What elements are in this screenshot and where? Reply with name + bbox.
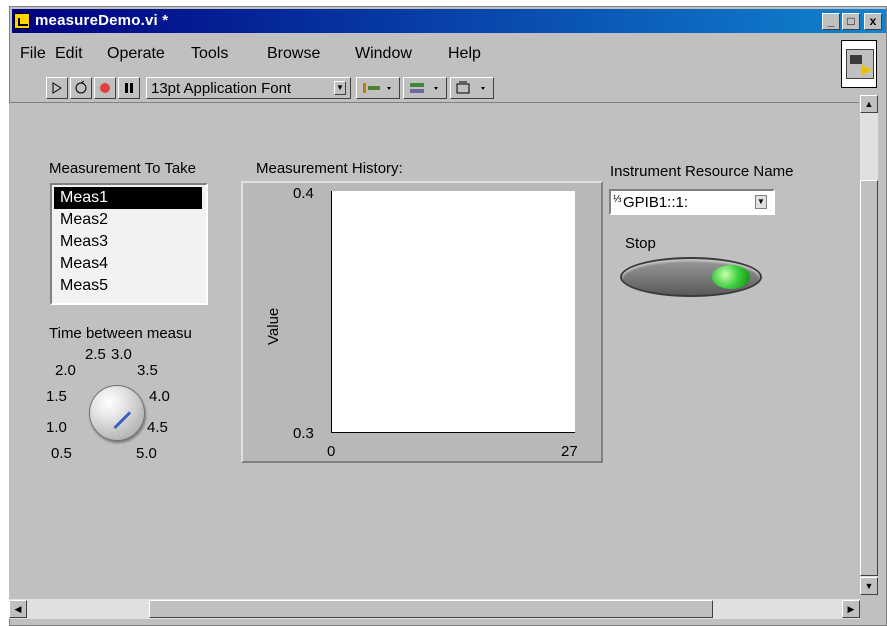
maximize-button[interactable]: □ <box>842 13 860 30</box>
font-select[interactable]: 13pt Application Font ▼ <box>146 77 351 99</box>
list-item[interactable]: Meas1 <box>54 187 202 209</box>
minimize-button[interactable]: _ <box>822 13 840 30</box>
knob-tick: 2.5 <box>85 346 106 363</box>
knob-tick: 1.5 <box>46 388 67 405</box>
measurement-listbox[interactable]: Meas1 Meas2 Meas3 Meas4 Meas5 <box>50 183 208 305</box>
close-button[interactable]: x <box>864 13 882 30</box>
knob-tick: 0.5 <box>51 445 72 462</box>
menu-edit[interactable]: Edit <box>55 45 83 63</box>
abort-icon[interactable] <box>94 77 116 99</box>
list-item[interactable]: Meas3 <box>54 231 202 253</box>
time-knob-control: 0.5 1.0 1.5 2.0 2.5 3.0 3.5 4.0 4.5 5.0 <box>41 339 201 469</box>
labview-app-icon[interactable] <box>14 13 30 29</box>
menu-file[interactable]: File <box>20 45 46 63</box>
pause-icon[interactable] <box>118 77 140 99</box>
horizontal-scroll-thumb[interactable] <box>149 600 713 618</box>
measurement-list-label: Measurement To Take <box>49 160 197 177</box>
menu-browse[interactable]: Browse <box>267 45 320 63</box>
list-item[interactable]: Meas2 <box>54 209 202 231</box>
horizontal-scrollbar[interactable]: ◀ ▶ <box>9 599 860 619</box>
graph-label: Measurement History: <box>256 160 403 177</box>
resource-label: Instrument Resource Name <box>610 163 794 180</box>
font-select-value: 13pt Application Font <box>151 80 292 97</box>
x-tick-label: 0 <box>327 443 336 460</box>
distribute-objects-button[interactable] <box>403 77 447 99</box>
io-icon: ⅓ <box>613 194 622 205</box>
knob-dial[interactable] <box>89 385 145 441</box>
knob-tick: 5.0 <box>136 445 157 462</box>
plot-area <box>331 191 575 433</box>
menu-tools[interactable]: Tools <box>191 45 228 63</box>
menu-operate[interactable]: Operate <box>107 45 165 63</box>
knob-tick: 2.0 <box>55 362 76 379</box>
align-objects-button[interactable] <box>356 77 400 99</box>
reorder-button[interactable] <box>450 77 494 99</box>
stop-button[interactable] <box>620 257 762 297</box>
resource-name-dropdown[interactable]: ⅓ GPIB1::1: ▼ <box>609 189 775 215</box>
window-title: measureDemo.vi * <box>35 12 169 29</box>
list-item[interactable]: Meas4 <box>54 253 202 275</box>
y-axis-label: Value <box>265 307 282 345</box>
knob-tick: 4.5 <box>147 419 168 436</box>
vertical-scrollbar[interactable]: ▲ ▼ <box>860 95 878 595</box>
menu-help[interactable]: Help <box>448 45 481 63</box>
y-tick-label: 0.4 <box>293 185 314 202</box>
menu-window[interactable]: Window <box>355 45 412 63</box>
x-tick-label: 27 <box>561 443 578 460</box>
stop-label: Stop <box>625 235 656 252</box>
front-panel: Measurement To Take Meas1 Meas2 Meas3 Me… <box>9 102 859 599</box>
resource-value: GPIB1::1: <box>623 194 689 211</box>
chevron-down-icon[interactable]: ▼ <box>755 195 767 209</box>
scroll-up-icon[interactable]: ▲ <box>860 95 878 113</box>
knob-tick: 4.0 <box>149 388 170 405</box>
knob-tick: 3.0 <box>111 346 132 363</box>
vi-connector-icon[interactable] <box>841 40 877 88</box>
scroll-down-icon[interactable]: ▼ <box>860 577 878 595</box>
knob-tick: 1.0 <box>46 419 67 436</box>
run-continuously-icon[interactable] <box>70 77 92 99</box>
y-tick-label: 0.3 <box>293 425 314 442</box>
scroll-corner <box>860 599 878 619</box>
chevron-down-icon[interactable]: ▼ <box>334 81 346 95</box>
run-arrow-icon[interactable] <box>46 77 68 99</box>
vertical-scroll-thumb[interactable] <box>860 180 878 576</box>
scroll-right-icon[interactable]: ▶ <box>842 600 860 618</box>
list-item[interactable]: Meas5 <box>54 275 202 297</box>
knob-tick: 3.5 <box>137 362 158 379</box>
scroll-left-icon[interactable]: ◀ <box>9 600 27 618</box>
title-bar[interactable]: measureDemo.vi * _ □ x <box>12 9 886 33</box>
